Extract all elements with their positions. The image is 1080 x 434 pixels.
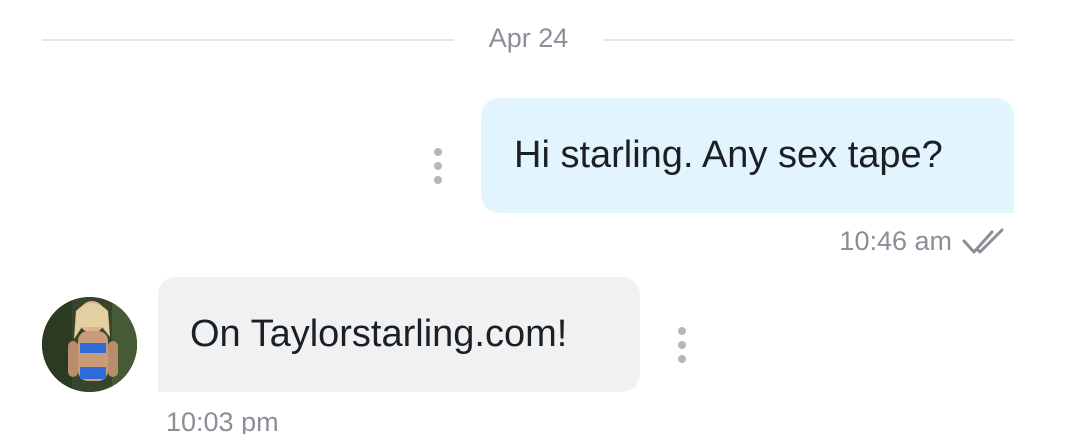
date-divider-line-left: [42, 39, 454, 41]
incoming-message-time: 10:03 pm: [166, 407, 279, 434]
outgoing-message-menu-icon[interactable]: [433, 148, 443, 184]
incoming-message-text: On Taylorstarling.com!: [190, 313, 568, 355]
date-divider-line-right: [603, 39, 1014, 41]
avatar-photo: [42, 297, 137, 392]
menu-dot: [434, 148, 442, 156]
menu-dot: [678, 341, 686, 349]
outgoing-message-meta: 10:46 am: [839, 226, 1008, 257]
incoming-message-menu-icon[interactable]: [677, 327, 687, 363]
avatar[interactable]: [42, 297, 137, 392]
menu-dot: [678, 327, 686, 335]
double-check-icon: [962, 228, 1004, 253]
outgoing-message-time: 10:46 am: [839, 226, 952, 256]
menu-dot: [434, 176, 442, 184]
outgoing-message-text: Hi starling. Any sex tape?: [514, 134, 943, 176]
outgoing-message-bubble[interactable]: Hi starling. Any sex tape?: [481, 98, 1014, 213]
menu-dot: [434, 162, 442, 170]
chat-thread: Apr 24 Hi starling. Any sex tape? 10:46 …: [0, 0, 1080, 434]
menu-dot: [678, 355, 686, 363]
incoming-message-bubble[interactable]: On Taylorstarling.com!: [158, 277, 640, 392]
date-divider-label: Apr 24: [488, 23, 569, 53]
